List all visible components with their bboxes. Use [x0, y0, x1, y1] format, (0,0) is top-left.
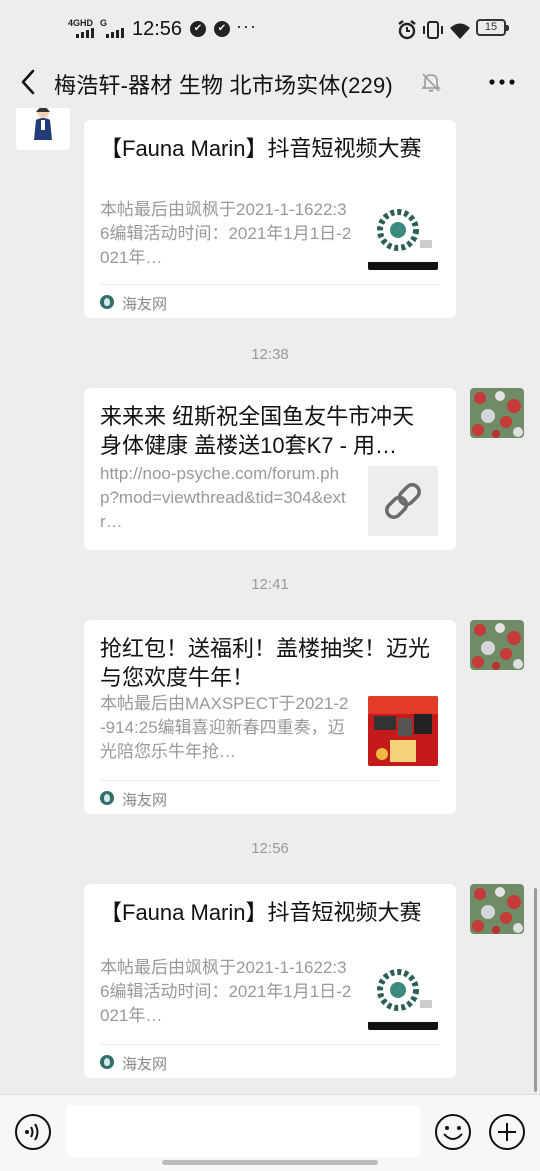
- fish-tank-avatar-icon: [470, 884, 524, 934]
- card-title: 抢红包！送福利！盖楼抽奖！迈光与您欢度牛年！: [100, 636, 431, 690]
- voice-icon[interactable]: [14, 1113, 52, 1151]
- avatar[interactable]: [470, 388, 524, 438]
- network-label-2: G: [100, 18, 108, 28]
- home-indicator[interactable]: [162, 1160, 378, 1165]
- avatar[interactable]: [16, 108, 70, 150]
- avatar[interactable]: [470, 884, 524, 934]
- message-card[interactable]: 抢红包！送福利！盖楼抽奖！迈光与您欢度牛年！ 本帖最后由MAXSPECT于202…: [84, 620, 456, 814]
- status-bar: 4GHD G 12:56 ✔ ✔ ··· 15: [0, 0, 540, 58]
- source-label: 海友网: [122, 296, 168, 313]
- card-title: 【Fauna Marin】抖音短视频大赛: [100, 900, 422, 925]
- bell-off-icon: [421, 73, 441, 92]
- network-label-1: 4GHD: [68, 18, 94, 28]
- card-source: 海友网: [100, 284, 440, 319]
- more-dots-icon[interactable]: [486, 66, 518, 98]
- chevron-left-icon[interactable]: [14, 64, 44, 100]
- link-icon: [368, 466, 438, 536]
- message-input[interactable]: [66, 1105, 420, 1157]
- alarm-icon: [398, 20, 416, 40]
- vibrate-icon: [423, 21, 443, 39]
- card-title: 【Fauna Marin】抖音短视频大赛: [100, 136, 422, 161]
- card-source: 海友网: [100, 780, 440, 815]
- scrollbar[interactable]: [534, 888, 537, 1092]
- chat-title: 梅浩轩-器材 生物 北市场实体(229): [54, 73, 393, 98]
- timestamp: 12:38: [251, 346, 289, 363]
- notification-icon-2: ✔: [214, 21, 230, 37]
- card-description: 本帖最后由飒枫于2021-1-1622:36编辑活动时间：2021年1月1日-2…: [100, 200, 352, 267]
- haiyou-logo-icon: [100, 1055, 114, 1069]
- person-avatar-icon: [16, 108, 70, 150]
- message-card[interactable]: 来来来 纽斯祝全国鱼友牛市冲天 身体健康 盖楼送10套K7 - 用… http:…: [84, 388, 456, 550]
- card-description: 本帖最后由飒枫于2021-1-1622:36编辑活动时间：2021年1月1日-2…: [100, 958, 352, 1025]
- red-poster-thumbnail: [368, 696, 438, 766]
- avatar[interactable]: [470, 620, 524, 670]
- qr-code-thumbnail: [368, 200, 438, 270]
- chat-header: 梅浩轩-器材 生物 北市场实体(229): [0, 58, 540, 108]
- source-label: 海友网: [122, 792, 168, 809]
- more-notifications-icon: ···: [236, 16, 257, 36]
- source-label: 海友网: [122, 1056, 168, 1073]
- signal-icon-2: [106, 28, 124, 38]
- battery-icon: 15: [476, 19, 509, 36]
- message-list[interactable]: 【Fauna Marin】抖音短视频大赛 本帖最后由飒枫于2021-1-1622…: [0, 108, 540, 1094]
- card-title: 来来来 纽斯祝全国鱼友牛市冲天 身体健康 盖楼送10套K7 - 用…: [100, 404, 415, 458]
- wifi-icon: [450, 23, 470, 39]
- message-card[interactable]: 【Fauna Marin】抖音短视频大赛 本帖最后由飒枫于2021-1-1622…: [84, 120, 456, 318]
- status-time: 12:56: [132, 18, 183, 40]
- card-description: 本帖最后由MAXSPECT于2021-2-914:25编辑喜迎新春四重奏，迈光陪…: [100, 694, 349, 761]
- plus-icon[interactable]: [488, 1113, 526, 1151]
- card-description: http://noo-psyche.com/forum.php?mod=view…: [100, 464, 346, 531]
- fish-tank-avatar-icon: [470, 620, 524, 670]
- timestamp: 12:56: [251, 840, 289, 857]
- card-source: 海友网: [100, 1044, 440, 1079]
- haiyou-logo-icon: [100, 791, 114, 805]
- message-card[interactable]: 【Fauna Marin】抖音短视频大赛 本帖最后由飒枫于2021-1-1622…: [84, 884, 456, 1078]
- notification-icon: ✔: [190, 21, 206, 37]
- haiyou-logo-icon: [100, 295, 114, 309]
- fish-tank-avatar-icon: [470, 388, 524, 438]
- timestamp: 12:41: [251, 576, 289, 593]
- emoji-icon[interactable]: [434, 1113, 472, 1151]
- qr-code-thumbnail: [368, 960, 438, 1030]
- signal-icon: [76, 28, 94, 38]
